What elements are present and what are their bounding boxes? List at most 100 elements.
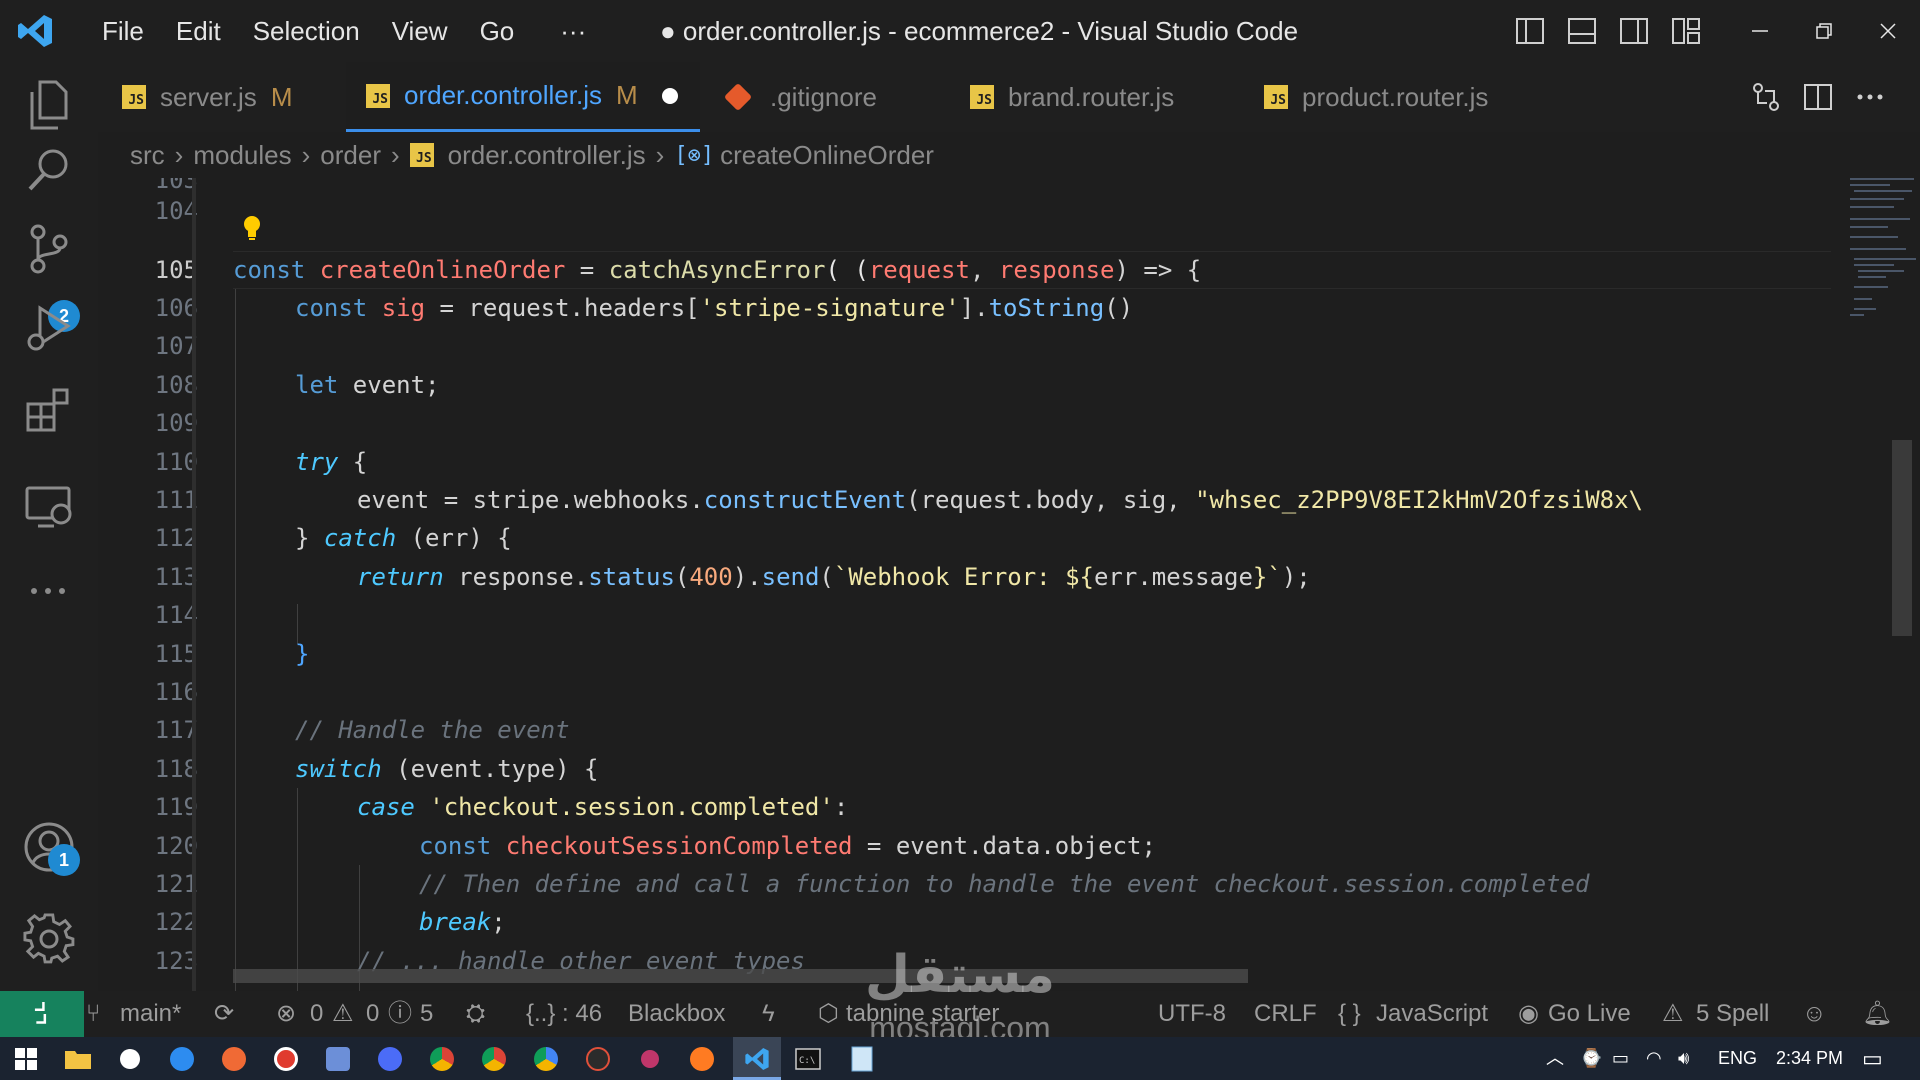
remote-explorer-icon[interactable] (20, 478, 78, 536)
line-number: 108 (154, 371, 198, 399)
toggle-panel-icon[interactable] (1556, 0, 1608, 62)
chrome-dev-icon[interactable] (530, 1043, 562, 1075)
recorder-icon[interactable] (270, 1043, 302, 1075)
tab-server-js[interactable]: JS server.js M (122, 62, 342, 132)
vertical-scrollbar-thumb[interactable] (1892, 440, 1912, 636)
info-count[interactable]: 5 (420, 991, 433, 1037)
horizontal-scrollbar[interactable] (233, 969, 1248, 983)
go-live-button[interactable]: Go Live (1548, 991, 1631, 1037)
minimap-line (1854, 190, 1912, 192)
breadcrumb-src[interactable]: src (130, 140, 165, 171)
unsaved-dot-icon[interactable] (661, 87, 678, 104)
tab-order-controller-js[interactable]: JS order.controller.js M (346, 62, 700, 132)
clock[interactable]: 2:34 PM (1776, 1037, 1843, 1080)
app-pink-icon[interactable] (634, 1043, 666, 1075)
settings-gear-icon[interactable] (20, 910, 78, 968)
volume-icon[interactable]: 🔊︎ (1678, 1037, 1689, 1080)
line-number: 123 (154, 947, 198, 975)
toggle-primary-sidebar-icon[interactable] (1504, 0, 1556, 62)
blackbox-status[interactable]: Blackbox (628, 991, 725, 1037)
windows-start-icon[interactable] (10, 1043, 42, 1075)
browser-blue-icon[interactable] (166, 1043, 198, 1075)
restore-button[interactable] (1792, 0, 1856, 62)
language-mode[interactable]: JavaScript (1376, 991, 1488, 1037)
line-number: 107 (154, 332, 198, 360)
remote-indicator-icon[interactable] (0, 991, 84, 1037)
menu-more[interactable]: ··· (530, 0, 602, 62)
breadcrumb-symbol[interactable]: createOnlineOrder (720, 140, 934, 171)
line-number: 113 (154, 563, 198, 591)
action-center-icon[interactable]: ▭ (1862, 1037, 1883, 1080)
terminal-icon[interactable]: C:\ (792, 1043, 824, 1075)
menu-go[interactable]: Go (464, 0, 531, 62)
customize-layout-icon[interactable] (1660, 0, 1712, 62)
feedback-icon[interactable]: ☺ (1802, 991, 1827, 1037)
more-actions-icon[interactable] (1844, 66, 1896, 128)
error-count[interactable]: 0 (310, 991, 323, 1037)
debug-icon[interactable]: ⛭ (466, 991, 485, 1037)
menu-selection[interactable]: Selection (237, 0, 376, 62)
chrome-icon[interactable] (426, 1043, 458, 1075)
lightning-icon[interactable]: ϟ (762, 991, 775, 1037)
minimize-button[interactable] (1728, 0, 1792, 62)
git-branch[interactable]: main* (120, 991, 181, 1037)
window-title: ● order.controller.js - ecommerce2 - Vis… (660, 16, 1299, 46)
code-line-110: try { (295, 448, 368, 476)
extensions-icon[interactable] (20, 380, 78, 438)
split-editor-icon[interactable] (1792, 66, 1844, 128)
menu-view[interactable]: View (376, 0, 464, 62)
breadcrumb-order[interactable]: order (320, 140, 381, 171)
sync-icon[interactable]: ⟳ (214, 991, 234, 1037)
run-debug-icon[interactable] (20, 300, 78, 358)
file-explorer-icon[interactable] (62, 1043, 94, 1075)
search-icon[interactable] (20, 140, 78, 198)
firefox-icon[interactable] (686, 1043, 718, 1075)
chevron-right-icon: › (174, 139, 184, 170)
breadcrumb-file[interactable]: order.controller.js (448, 140, 646, 171)
spell-warning-icon: ⚠ (1662, 1000, 1684, 1027)
code-line-113: return response.status(400).send(`Webhoo… (357, 563, 1311, 591)
encoding-status[interactable]: UTF-8 (1158, 991, 1226, 1037)
breadcrumb-modules[interactable]: modules (193, 140, 291, 171)
code-editor[interactable]: 103 104 105 106 107 108 109 110 111 112 … (98, 178, 1920, 991)
explorer-icon[interactable] (20, 76, 78, 134)
tray-meet-icon[interactable]: ⌚ (1580, 1037, 1602, 1080)
line-number-current: 105 (154, 256, 198, 284)
bracket-indicator[interactable]: {..} : 46 (526, 991, 602, 1037)
menu-file[interactable]: File (86, 0, 160, 62)
tab-label: server.js (160, 81, 257, 112)
notifications-bell-icon[interactable]: 🔔︎ (1862, 991, 1892, 1037)
vscode-taskbar-icon[interactable] (741, 1043, 773, 1075)
toggle-secondary-sidebar-icon[interactable] (1608, 0, 1660, 62)
language-indicator[interactable]: ENG (1718, 1037, 1757, 1080)
close-window-button[interactable] (1856, 0, 1920, 62)
battery-icon[interactable]: ▭ (1612, 1037, 1629, 1080)
app-chart-icon[interactable] (322, 1043, 354, 1075)
minimap-line (1854, 298, 1872, 300)
wifi-icon[interactable]: ◠ (1646, 1037, 1662, 1080)
tray-chevron-up-icon[interactable]: ︿ (1546, 1037, 1564, 1080)
spell-status[interactable]: 5 Spell (1696, 991, 1769, 1037)
warning-count[interactable]: 0 (366, 991, 379, 1037)
minimap-line (1850, 178, 1914, 180)
notepad-icon[interactable] (846, 1043, 878, 1075)
code-area[interactable]: const createOnlineOrder = catchAsyncErro… (233, 178, 1833, 991)
app-orange-icon[interactable] (218, 1043, 250, 1075)
line-number: 115 (154, 640, 198, 668)
more-views-icon[interactable] (20, 562, 78, 620)
accounts-badge: 1 (48, 844, 80, 876)
app-circle-icon[interactable] (114, 1043, 146, 1075)
menu-edit[interactable]: Edit (160, 0, 237, 62)
source-control-icon[interactable] (20, 220, 78, 278)
minimap-line (1850, 226, 1888, 228)
messenger-icon[interactable] (374, 1043, 406, 1075)
app-dark-icon[interactable] (582, 1043, 614, 1075)
tab-gitignore[interactable]: .gitignore (723, 62, 928, 132)
open-changes-icon[interactable] (1740, 66, 1792, 128)
code-line-106: const sig = request.headers['stripe-sign… (295, 294, 1134, 322)
tab-brand-router-js[interactable]: JS brand.router.js (970, 62, 1230, 132)
minimap-line (1858, 270, 1904, 272)
chrome-profile-icon[interactable] (478, 1043, 510, 1075)
eol-status[interactable]: CRLF (1254, 991, 1317, 1037)
tab-product-router-js[interactable]: JS product.router.js (1264, 62, 1544, 132)
